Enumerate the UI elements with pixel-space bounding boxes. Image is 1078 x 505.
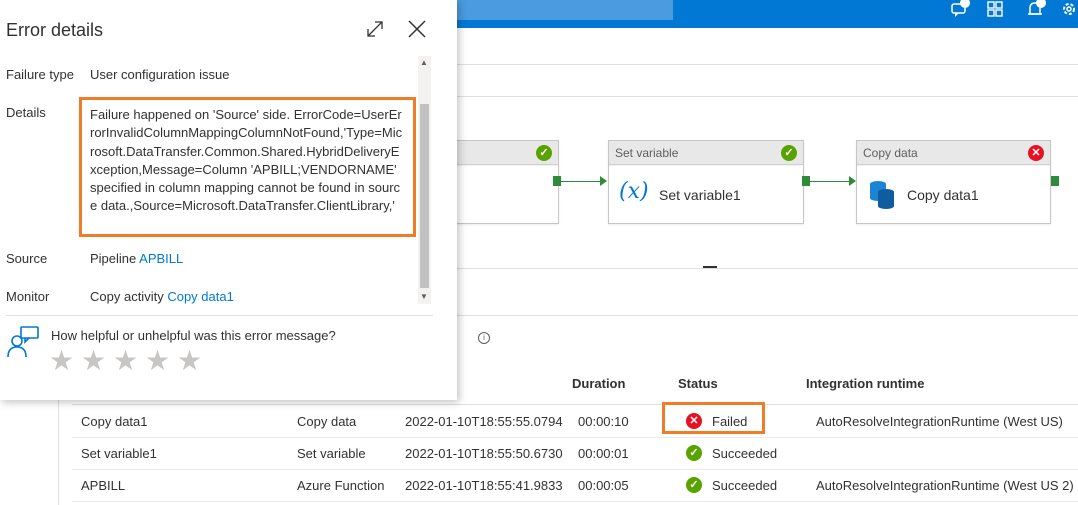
output-port[interactable] (553, 176, 561, 186)
monitor-label: Monitor (6, 289, 50, 304)
divider (457, 64, 1078, 65)
scroll-up-icon[interactable]: ▲ (420, 58, 428, 67)
rating-star-5[interactable]: ★ (177, 344, 202, 377)
divider (457, 268, 1078, 269)
divider (457, 96, 1078, 97)
cell-run-start: 2022-01-10T18:55:50.67303 (405, 446, 563, 461)
activity-card-copy-data[interactable]: Copy data Copy data1 ✕ (856, 140, 1051, 224)
source-prefix: Pipeline (90, 251, 137, 266)
error-details-text[interactable]: Failure happened on 'Source' side. Error… (79, 97, 416, 237)
settings-icon[interactable] (1058, 0, 1078, 20)
feedback-question: How helpful or unhelpful was this error … (51, 328, 336, 343)
cell-runtime: AutoResolveIntegrationRuntime (West US 2… (816, 478, 1074, 493)
cell-duration: 00:00:01 (578, 446, 629, 461)
rating-star-2[interactable]: ★ (81, 344, 106, 377)
connector-line (561, 181, 601, 182)
info-icon[interactable]: i (478, 332, 490, 344)
activity-name: Set variable1 (659, 187, 741, 203)
cell-duration: 00:00:05 (578, 478, 629, 493)
table-row[interactable]: APBILL Azure Function 2022-01-10T18:55:4… (72, 469, 1078, 502)
variable-icon: (x) (619, 179, 649, 204)
activity-type-label: Set variable (609, 141, 803, 165)
details-label: Details (6, 105, 46, 120)
monitor-prefix: Copy activity (90, 289, 164, 304)
cell-activity-name[interactable]: Copy data1 (81, 414, 281, 429)
close-icon[interactable] (406, 18, 428, 40)
cell-activity-name[interactable]: Set variable1 (81, 446, 281, 461)
connector-arrow (600, 176, 607, 186)
cell-status[interactable]: Succeeded (712, 446, 777, 461)
feedback-icon[interactable] (948, 0, 970, 20)
success-icon: ✓ (686, 445, 702, 461)
cell-status[interactable]: Succeeded (712, 478, 777, 493)
activity-name: Copy data1 (907, 187, 979, 203)
source-pipeline-link[interactable]: APBILL (139, 251, 183, 266)
output-port[interactable] (1051, 176, 1059, 186)
table-row[interactable]: Copy data1 Copy data 2022-01-10T18:55:55… (72, 402, 1078, 438)
output-port[interactable] (802, 176, 810, 186)
success-icon: ✓ (781, 145, 797, 161)
directory-icon[interactable] (984, 0, 1006, 20)
rating-star-1[interactable]: ★ (49, 344, 74, 377)
cell-activity-type: Copy data (297, 414, 357, 429)
cell-status[interactable]: Failed (712, 414, 747, 429)
divider (6, 315, 433, 316)
activity-type-label: Copy data (857, 141, 1050, 165)
success-icon: ✓ (536, 145, 552, 161)
table-row[interactable]: Set variable1 Set variable 2022-01-10T18… (72, 437, 1078, 470)
activity-card-set-variable[interactable]: Set variable (x) Set variable1 ✓ (608, 140, 804, 224)
error-details-panel: Error details Failure type User configur… (0, 0, 457, 400)
cell-run-start: 2022-01-10T18:55:41.98338 (405, 478, 563, 493)
search-bar[interactable] (455, 0, 673, 20)
resize-handle[interactable] (703, 266, 717, 268)
connector-arrow (849, 176, 856, 186)
failure-type-label: Failure type (6, 67, 74, 82)
failure-type-value: User configuration issue (90, 67, 230, 82)
scrollbar-thumb[interactable] (420, 104, 429, 288)
cell-activity-type: Azure Function (297, 478, 385, 493)
expand-icon[interactable] (364, 18, 386, 40)
rating-star-3[interactable]: ★ (113, 344, 138, 377)
tree-line (58, 400, 59, 505)
rating-star-4[interactable]: ★ (145, 344, 170, 377)
panel-title: Error details (6, 20, 104, 40)
scroll-down-icon[interactable]: ▼ (420, 292, 428, 301)
cell-run-start: 2022-01-10T18:55:55.07942 (405, 414, 563, 429)
error-icon: ✕ (686, 413, 702, 429)
feedback-person-icon (6, 325, 40, 364)
connector-line (810, 181, 850, 182)
copy-data-icon (869, 179, 895, 214)
cell-activity-type: Set variable (297, 446, 366, 461)
column-header-status[interactable]: Status (678, 376, 718, 391)
cell-activity-name[interactable]: APBILL (81, 478, 281, 493)
column-header-runtime[interactable]: Integration runtime (806, 376, 924, 391)
source-label: Source (6, 251, 48, 266)
column-header-duration[interactable]: Duration (572, 376, 625, 391)
cell-duration: 00:00:10 (578, 414, 629, 429)
divider (457, 315, 1078, 316)
error-icon: ✕ (1028, 145, 1044, 161)
notifications-icon[interactable] (1024, 0, 1046, 20)
cell-runtime: AutoResolveIntegrationRuntime (West US) (816, 414, 1063, 429)
success-icon: ✓ (686, 477, 702, 493)
monitor-activity-link[interactable]: Copy data1 (167, 289, 234, 304)
